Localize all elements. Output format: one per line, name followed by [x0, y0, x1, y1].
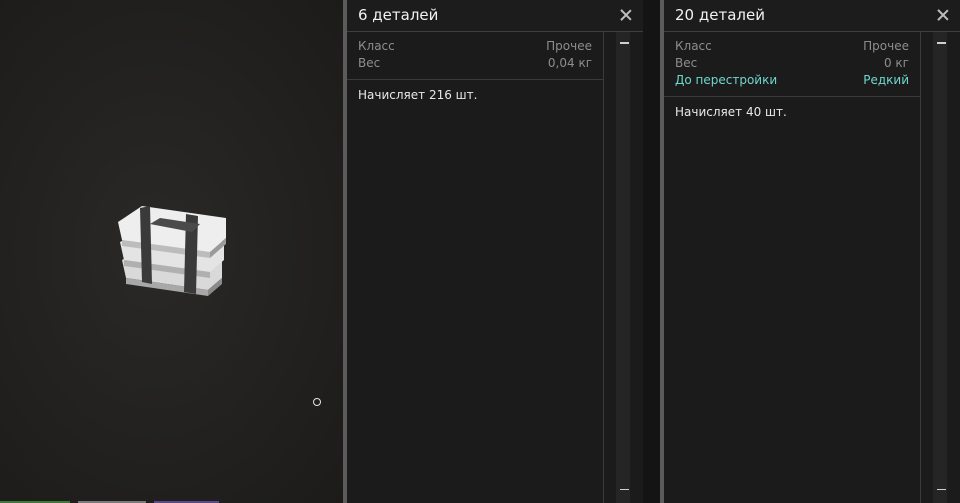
panel-divider [643, 0, 660, 503]
cursor-indicator [313, 398, 321, 406]
property-row-rarity: До перестройки Редкий [675, 73, 909, 90]
scroll-down-dash-icon[interactable] [937, 488, 946, 490]
panel-title: 6 деталей [358, 6, 439, 24]
panel-header: 20 деталей [664, 0, 960, 32]
property-label: До перестройки [675, 73, 778, 87]
scrollbar-track[interactable] [616, 32, 630, 503]
property-row-weight: Вес 0 кг [675, 56, 909, 73]
item-info-panel-2: 20 деталей Класс Прочее Вес 0 кг До пере… [660, 0, 960, 503]
bundle-of-parts-icon [118, 206, 226, 296]
property-value: Прочее [863, 39, 909, 53]
item-description: Начисляет 216 шт. [358, 88, 478, 102]
panel-content: Класс Прочее Вес 0,04 кг Начисляет 216 ш… [347, 32, 604, 503]
property-label: Класс [358, 39, 395, 53]
scroll-down-dash-icon[interactable] [620, 488, 629, 490]
scroll-up-dash-icon[interactable] [620, 42, 629, 44]
panel-scrollbar[interactable] [605, 32, 643, 503]
property-row-class: Класс Прочее [675, 39, 909, 56]
item-preview[interactable] [0, 0, 343, 503]
item-description: Начисляет 40 шт. [675, 105, 787, 119]
property-row-class: Класс Прочее [358, 39, 592, 56]
close-icon[interactable] [619, 8, 633, 22]
property-value: Прочее [546, 39, 592, 53]
property-value: 0,04 кг [547, 56, 592, 70]
property-row-weight: Вес 0,04 кг [358, 56, 592, 73]
panel-header: 6 деталей [347, 0, 643, 32]
property-list: Класс Прочее Вес 0,04 кг [347, 32, 603, 80]
property-label: Вес [358, 56, 381, 70]
panel-scrollbar[interactable] [922, 32, 960, 503]
panel-content: Класс Прочее Вес 0 кг До перестройки Ред… [664, 32, 921, 503]
property-value: Редкий [863, 73, 909, 87]
property-label: Вес [675, 56, 698, 70]
close-icon[interactable] [936, 8, 950, 22]
panel-title: 20 деталей [675, 6, 765, 24]
property-value: 0 кг [883, 56, 909, 70]
scroll-up-dash-icon[interactable] [937, 42, 946, 44]
scrollbar-track[interactable] [933, 32, 947, 503]
property-list: Класс Прочее Вес 0 кг До перестройки Ред… [664, 32, 920, 97]
item-info-panel-1: 6 деталей Класс Прочее Вес 0,04 кг Начис… [343, 0, 643, 503]
property-label: Класс [675, 39, 712, 53]
